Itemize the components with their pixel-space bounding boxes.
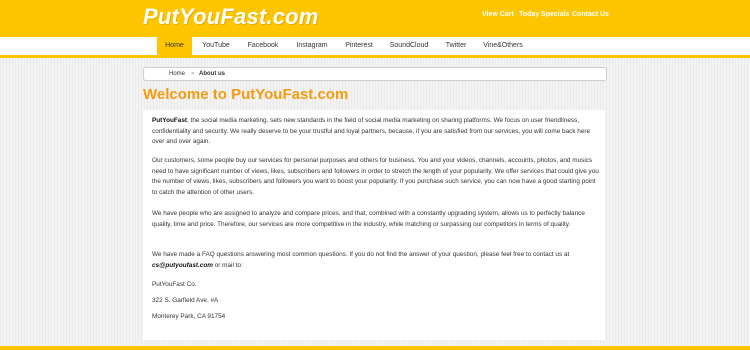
breadcrumb-separator: »	[191, 71, 195, 77]
pricing-paragraph: We have people who are assigned to analy…	[152, 210, 585, 228]
nav-item-pinterest[interactable]: Pinterest	[340, 37, 378, 55]
faq-paragraph: We have made a FAQ questions answering m…	[152, 250, 600, 271]
breadcrumb-home[interactable]: Home	[169, 68, 185, 80]
intro-text: , the social media marketing, sets new s…	[152, 117, 591, 146]
address-street: 322 S. Garfield Ave. #A	[152, 297, 219, 304]
address-city: Monterey Park, CA 91754	[152, 313, 226, 320]
nav-item-home[interactable]: Home	[157, 37, 192, 55]
customers-paragraph: Our customers, some people buy our servi…	[152, 157, 599, 196]
breadcrumb-current: About us	[199, 71, 225, 77]
nav-item-instagram[interactable]: Instagram	[292, 37, 332, 55]
intro-paragraph: PutYouFast, the social media marketing, …	[152, 116, 600, 148]
view-cart-link[interactable]: View Cart	[482, 10, 514, 19]
faq-text: We have made a FAQ questions answering m…	[152, 251, 570, 258]
about-content: PutYouFast, the social media marketing, …	[143, 110, 605, 340]
nav-accent-strip	[0, 55, 750, 58]
today-specials-link[interactable]: Today Specials	[519, 10, 569, 19]
brand-name: PutYouFast	[152, 117, 188, 124]
nav-item-youtube[interactable]: YouTube	[197, 37, 235, 55]
nav-item-twitter[interactable]: Twitter	[440, 37, 472, 55]
nav-item-facebook[interactable]: Facebook	[243, 37, 283, 55]
main-navigation: Home YouTube Facebook Instagram Pinteres…	[0, 37, 750, 55]
nav-item-vine-others[interactable]: Vine&Others	[480, 37, 526, 55]
support-email[interactable]: cs@putyoufast.com	[152, 262, 213, 269]
site-logo[interactable]: PutYouFast.com	[143, 4, 319, 30]
footer-accent-strip	[0, 346, 750, 350]
nav-item-soundcloud[interactable]: SoundCloud	[386, 37, 432, 55]
contact-us-link[interactable]: Contact Us	[572, 10, 609, 19]
faq-tail: or mail to:	[212, 261, 243, 269]
top-header-bar: PutYouFast.com View Cart Today Specials …	[0, 0, 750, 37]
breadcrumb: Home » About us	[143, 67, 607, 81]
address-company: PutYouFast Co.	[152, 281, 197, 288]
page-title: Welcome to PutYouFast.com	[143, 86, 349, 103]
